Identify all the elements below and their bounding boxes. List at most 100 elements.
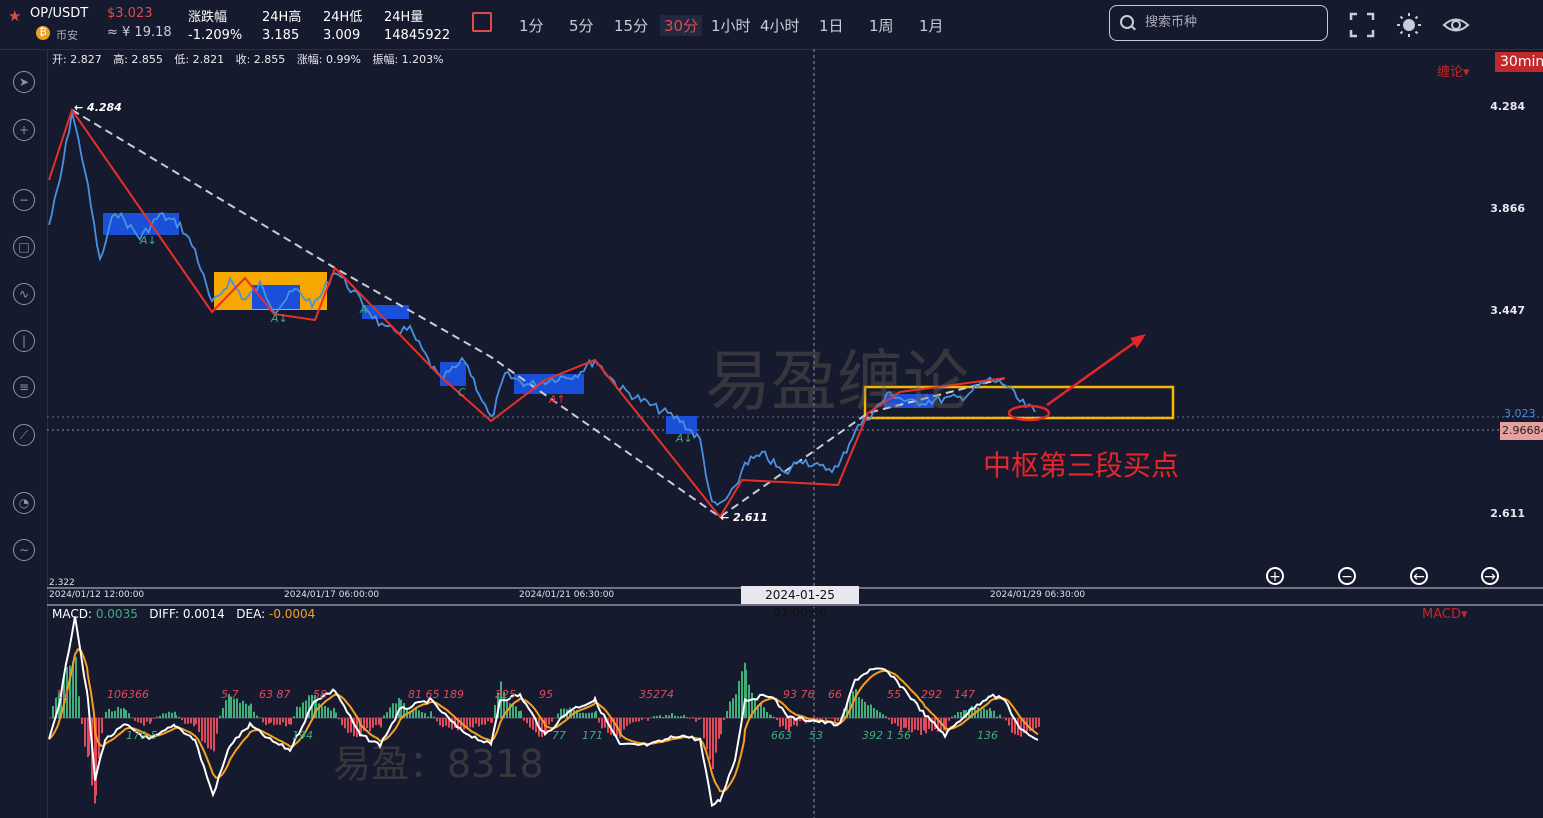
macd-bar (689, 718, 691, 719)
macd-bar (372, 718, 374, 728)
macd-bar (626, 718, 628, 726)
macd-bar (977, 707, 979, 718)
macd-legend: MACD: 0.0035 DIFF: 0.0014 DEA: -0.0004 (52, 607, 315, 621)
ohlc-amplitude: 振幅: 1.203% (372, 53, 444, 66)
scroll-right-icon[interactable]: → (1481, 567, 1499, 585)
pen-line (48, 107, 1006, 519)
macd-bar (236, 698, 238, 718)
buy-point-marker: C (458, 386, 466, 399)
macd-bar (469, 718, 471, 728)
crosshair-date-tag: 2024-01-25 07:00:00 (741, 586, 859, 620)
watermark-main: 易盈缠论 (705, 343, 969, 420)
macd-bar (861, 698, 863, 718)
segment-line (71, 109, 1006, 519)
ohlc-info-bar: 开: 2.827 高: 2.855 低: 2.821 收: 2.855 涨幅: … (52, 51, 452, 67)
macd-bar (588, 712, 590, 718)
macd-bar (980, 710, 982, 718)
macd-bar (647, 718, 649, 721)
macd-bar (677, 716, 679, 718)
macd-bar (1032, 718, 1034, 730)
macd-bar (1038, 718, 1040, 727)
macd-bar (923, 718, 925, 731)
macd-bar (383, 715, 385, 718)
macd-bar (256, 715, 258, 718)
macd-bar (375, 718, 377, 726)
macd-bar (665, 714, 667, 718)
macd-bar (888, 718, 890, 720)
macd-bar (703, 718, 705, 739)
macd-bar (487, 718, 489, 722)
macd-bar (790, 718, 792, 727)
macd-bar (745, 669, 747, 718)
macd-bar (662, 717, 664, 718)
svg-text:392 1 56: 392 1 56 (862, 729, 911, 742)
macd-bar (380, 718, 382, 728)
zoom-out-icon[interactable]: − (1338, 567, 1356, 585)
macd-bar (983, 708, 985, 718)
macd-bar (98, 718, 100, 759)
macd-bar (897, 718, 899, 727)
macd-bar (78, 696, 80, 718)
macd-bar (876, 710, 878, 718)
macd-bar (265, 718, 267, 725)
macd-bar (1035, 718, 1037, 729)
svg-text:35274: 35274 (639, 688, 674, 701)
macd-bar (885, 716, 887, 718)
macd-bar (948, 718, 950, 721)
macd-bar (732, 698, 734, 718)
macd-bar (213, 718, 215, 752)
zoom-in-icon[interactable]: + (1266, 567, 1284, 585)
svg-text:11: 11 (56, 688, 70, 701)
macd-bar (738, 680, 740, 718)
sell-point-marker: A↑ (548, 393, 566, 406)
annotation-text: 中枢第三段买点 (983, 449, 1180, 482)
ohlc-close: 收: 2.855 (235, 53, 286, 66)
macd-bar (763, 707, 765, 718)
macd-bar (760, 703, 762, 718)
macd-bar (253, 711, 255, 718)
macd-bar (131, 717, 133, 718)
macd-bar (837, 718, 839, 721)
svg-text:93 76: 93 76 (783, 688, 815, 701)
macd-bar (427, 716, 429, 718)
indicator-menu[interactable]: 缠论▾ (1437, 61, 1470, 80)
macd-bar (712, 718, 714, 770)
macd-bar (201, 718, 203, 742)
dropdown-arrow-icon: ▾ (1460, 607, 1468, 622)
macd-bar (242, 700, 244, 718)
date-tick: 2024/01/29 06:30:00 (990, 590, 1086, 600)
macd-bar (680, 716, 682, 718)
svg-text:194: 194 (292, 729, 313, 742)
svg-text:55: 55 (887, 688, 901, 701)
macd-bar (526, 718, 528, 724)
macd-bar (290, 718, 292, 725)
macd-bar (117, 706, 119, 718)
macd-bar (344, 718, 346, 729)
macd-menu[interactable]: MACD▾ (1422, 607, 1468, 622)
scroll-left-icon[interactable]: ← (1410, 567, 1428, 585)
date-tick: 2024/01/12 12:00:00 (49, 590, 145, 600)
macd-bar (184, 718, 186, 724)
macd-bar (515, 706, 517, 718)
macd-bar (273, 718, 275, 726)
svg-text:77: 77 (552, 729, 566, 742)
macd-bar (219, 715, 221, 718)
macd-bar (327, 707, 329, 718)
timeframe-badge: 30min (1495, 52, 1543, 72)
macd-bar (520, 710, 522, 718)
macd-bar (598, 718, 600, 723)
trend-arrow-line (1046, 338, 1139, 407)
macd-bar (207, 718, 209, 749)
ohlc-low: 低: 2.821 (174, 53, 225, 66)
macd-bar (125, 710, 127, 718)
macd-bar (1008, 718, 1010, 726)
ohlc-high: 高: 2.855 (113, 53, 163, 66)
date-tick: 2024/01/21 06:30:00 (519, 590, 615, 600)
indicator-menu-label: 缠论 (1437, 65, 1464, 80)
svg-text:663: 663 (771, 729, 792, 742)
macd-bar (378, 718, 380, 725)
pivot-zone-blue (103, 213, 179, 235)
macd-bar (288, 718, 290, 725)
macd-bar (442, 718, 444, 728)
macd-bar (715, 718, 717, 753)
